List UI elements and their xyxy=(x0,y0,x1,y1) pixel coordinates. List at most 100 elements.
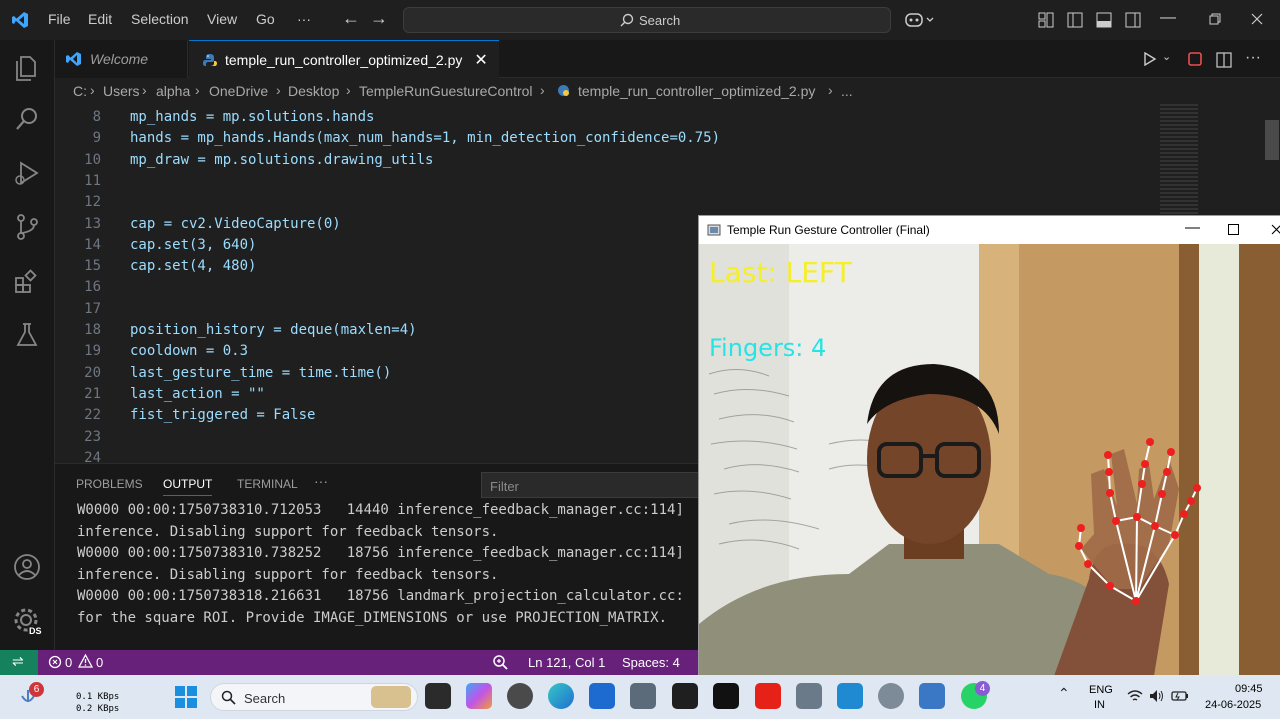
chatgpt-icon[interactable] xyxy=(507,683,533,709)
language-top[interactable]: ENG xyxy=(1089,684,1113,696)
error-icon[interactable] xyxy=(48,655,62,669)
zoom-icon[interactable] xyxy=(492,654,508,670)
menu-selection[interactable]: Selection xyxy=(131,11,189,27)
code-line[interactable]: fist_triggered = False xyxy=(130,407,315,423)
breadcrumb-separator-icon: › xyxy=(828,82,833,98)
vscode-logo-icon[interactable] xyxy=(10,10,30,30)
code-line[interactable]: mp_draw = mp.solutions.drawing_utils xyxy=(130,152,433,168)
wifi-icon[interactable] xyxy=(1127,689,1143,703)
back-arrow-icon[interactable]: ← xyxy=(342,8,360,29)
code-line[interactable]: cap.set(4, 480) xyxy=(130,258,256,274)
leetcode-icon[interactable] xyxy=(672,683,698,709)
taskbar-search-box[interactable]: Search xyxy=(210,683,418,711)
code-line[interactable]: cap = cv2.VideoCapture(0) xyxy=(130,216,341,232)
command-search-box[interactable]: Search xyxy=(403,7,891,33)
settings-taskbar-icon[interactable] xyxy=(878,683,904,709)
stop-icon[interactable] xyxy=(1188,52,1202,66)
breadcrumb-desktop[interactable]: Desktop xyxy=(288,83,339,99)
edge-browser-icon[interactable] xyxy=(548,683,574,709)
extensions-icon[interactable] xyxy=(12,267,42,297)
volume-icon[interactable] xyxy=(1149,689,1165,703)
line-number: 19 xyxy=(84,343,101,360)
breadcrumb-users[interactable]: Users xyxy=(103,83,140,99)
copilot-taskbar-icon[interactable] xyxy=(466,683,492,709)
windows-start-icon[interactable] xyxy=(175,686,197,708)
clock-date[interactable]: 24-06-2025 xyxy=(1205,699,1261,711)
menu-view[interactable]: View xyxy=(207,11,237,27)
camera-window[interactable]: Temple Run Gesture Controller (Final) — xyxy=(698,215,1280,676)
breadcrumb-separator-icon: › xyxy=(540,82,545,98)
panel-more-icon[interactable]: ··· xyxy=(314,473,328,489)
breadcrumb-project[interactable]: TempleRunGuestureControl xyxy=(359,83,533,99)
code-line[interactable]: mp_hands = mp.solutions.hands xyxy=(130,109,374,125)
copilot-icon[interactable] xyxy=(905,11,935,29)
camera-minimize-icon[interactable]: — xyxy=(1185,219,1200,236)
error-count[interactable]: 0 xyxy=(65,655,72,670)
menu-go[interactable]: Go xyxy=(256,11,275,27)
indentation[interactable]: Spaces: 4 xyxy=(622,655,680,670)
tray-overflow-chevron-icon[interactable]: ⌃ xyxy=(1058,685,1070,702)
run-debug-icon[interactable] xyxy=(12,158,42,188)
breadcrumb-drive[interactable]: C: xyxy=(73,83,87,99)
breadcrumb-alpha[interactable]: alpha xyxy=(156,83,190,99)
source-control-icon[interactable] xyxy=(12,212,42,242)
line-number: 13 xyxy=(84,215,101,232)
code-line[interactable]: position_history = deque(maxlen=4) xyxy=(130,322,417,338)
line-number: 10 xyxy=(84,151,101,168)
code-line[interactable]: cap.set(3, 640) xyxy=(130,237,256,253)
minimize-icon[interactable]: — xyxy=(1160,9,1176,27)
battery-icon[interactable] xyxy=(1171,689,1189,703)
split-editor-icon[interactable] xyxy=(1216,52,1232,68)
tab-output[interactable]: OUTPUT xyxy=(163,477,213,496)
breadcrumb-file[interactable]: temple_run_controller_optimized_2.py xyxy=(578,83,815,99)
tab-welcome[interactable]: Welcome xyxy=(55,40,188,78)
cursor-position[interactable]: Ln 121, Col 1 xyxy=(528,655,605,670)
account-icon[interactable] xyxy=(12,552,42,582)
toggle-sidebar-icon[interactable] xyxy=(1067,12,1083,28)
remote-indicator[interactable]: ⇌ xyxy=(0,650,38,675)
code-line[interactable]: last_gesture_time = time.time() xyxy=(130,365,391,381)
code-line[interactable]: last_action = "" xyxy=(130,386,265,402)
toggle-secondary-sidebar-icon[interactable] xyxy=(1125,12,1141,28)
menu-file[interactable]: File xyxy=(48,11,71,27)
tab-terminal[interactable]: TERMINAL xyxy=(237,477,298,491)
more-actions-icon[interactable]: ··· xyxy=(1245,49,1261,67)
camera-close-icon[interactable] xyxy=(1271,224,1280,235)
search-sidebar-icon[interactable] xyxy=(12,104,42,134)
testing-icon[interactable] xyxy=(12,320,42,350)
microsoft-store-icon[interactable] xyxy=(589,683,615,709)
clock-time[interactable]: 09:45 xyxy=(1235,683,1263,695)
window-app-icon xyxy=(707,224,721,236)
run-dropdown-chevron-icon[interactable]: ⌄ xyxy=(1162,50,1171,63)
task-view-icon[interactable] xyxy=(425,683,451,709)
calculator-icon[interactable] xyxy=(796,683,822,709)
editor-scrollbar-thumb[interactable] xyxy=(1265,120,1279,160)
tab-problems[interactable]: PROBLEMS xyxy=(76,477,143,491)
restore-icon[interactable] xyxy=(1209,13,1221,25)
menu-edit[interactable]: Edit xyxy=(88,11,112,27)
run-file-icon[interactable] xyxy=(1143,52,1157,66)
vscode-taskbar-icon[interactable] xyxy=(837,683,863,709)
breadcrumb-onedrive[interactable]: OneDrive xyxy=(209,83,268,99)
breadcrumb-symbols[interactable]: ... xyxy=(841,83,853,99)
camera-title-bar[interactable]: Temple Run Gesture Controller (Final) — xyxy=(699,216,1280,244)
warning-count[interactable]: 0 xyxy=(96,655,103,670)
code-line[interactable]: hands = mp_hands.Hands(max_num_hands=1, … xyxy=(130,130,720,146)
toggle-panel-icon[interactable] xyxy=(1096,12,1112,28)
close-window-icon[interactable] xyxy=(1251,13,1263,25)
customize-layout-icon[interactable] xyxy=(1038,12,1054,28)
language-bottom[interactable]: IN xyxy=(1094,699,1105,711)
explorer-icon[interactable] xyxy=(12,52,42,82)
hackerrank-icon[interactable] xyxy=(713,683,739,709)
tab-temple-run-controller[interactable]: temple_run_controller_optimized_2.py ✕ xyxy=(189,40,499,78)
camera-maximize-icon[interactable] xyxy=(1228,224,1239,235)
youtube-icon[interactable] xyxy=(755,683,781,709)
python-window-icon[interactable] xyxy=(919,683,945,709)
warning-icon[interactable] xyxy=(78,654,93,669)
output-filter-input[interactable]: Filter xyxy=(481,472,700,498)
tab-close-icon[interactable]: ✕ xyxy=(474,50,487,70)
forward-arrow-icon[interactable]: → xyxy=(370,8,388,29)
code-line[interactable]: cooldown = 0.3 xyxy=(130,343,248,359)
menu-more[interactable]: ··· xyxy=(297,11,311,27)
camera-app-icon[interactable] xyxy=(630,683,656,709)
